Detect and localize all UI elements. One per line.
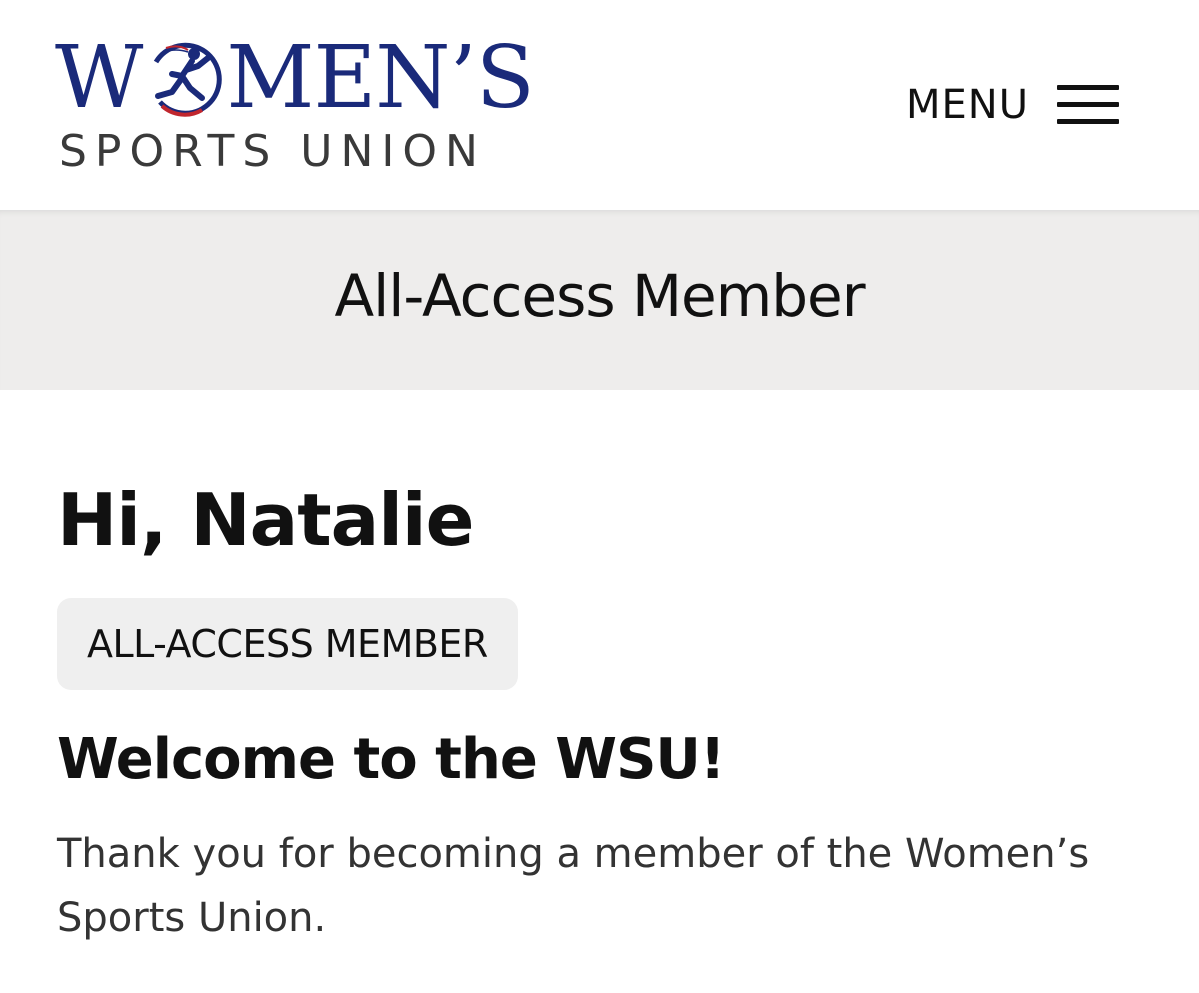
menu-label: MENU	[906, 82, 1029, 128]
runner-icon	[142, 36, 226, 120]
page: W MEN’S SPORTS UNION MENU All-Access Mem…	[0, 0, 1199, 993]
hamburger-icon	[1057, 82, 1119, 128]
site-header: W MEN’S SPORTS UNION MENU	[0, 0, 1199, 210]
welcome-heading: Welcome to the WSU!	[57, 727, 725, 792]
main-content: Hi, Natalie ALL-ACCESS MEMBER Welcome to…	[57, 470, 1147, 950]
logo-letter-w: W	[55, 28, 143, 128]
logo-wordmark-top: W MEN’S	[55, 28, 535, 128]
wsu-logo[interactable]: W MEN’S SPORTS UNION	[55, 30, 535, 180]
thanks-paragraph: Thank you for becoming a member of the W…	[57, 831, 1090, 941]
greeting-heading: Hi, Natalie	[57, 478, 474, 562]
logo-letters-men-s: MEN’S	[226, 28, 534, 128]
membership-badge: ALL-ACCESS MEMBER	[57, 598, 518, 690]
page-title: All-Access Member	[334, 262, 865, 330]
menu-button[interactable]: MENU	[906, 80, 1119, 130]
logo-wordmark-bottom: SPORTS UNION	[59, 126, 486, 177]
page-title-banner: All-Access Member	[0, 210, 1199, 390]
